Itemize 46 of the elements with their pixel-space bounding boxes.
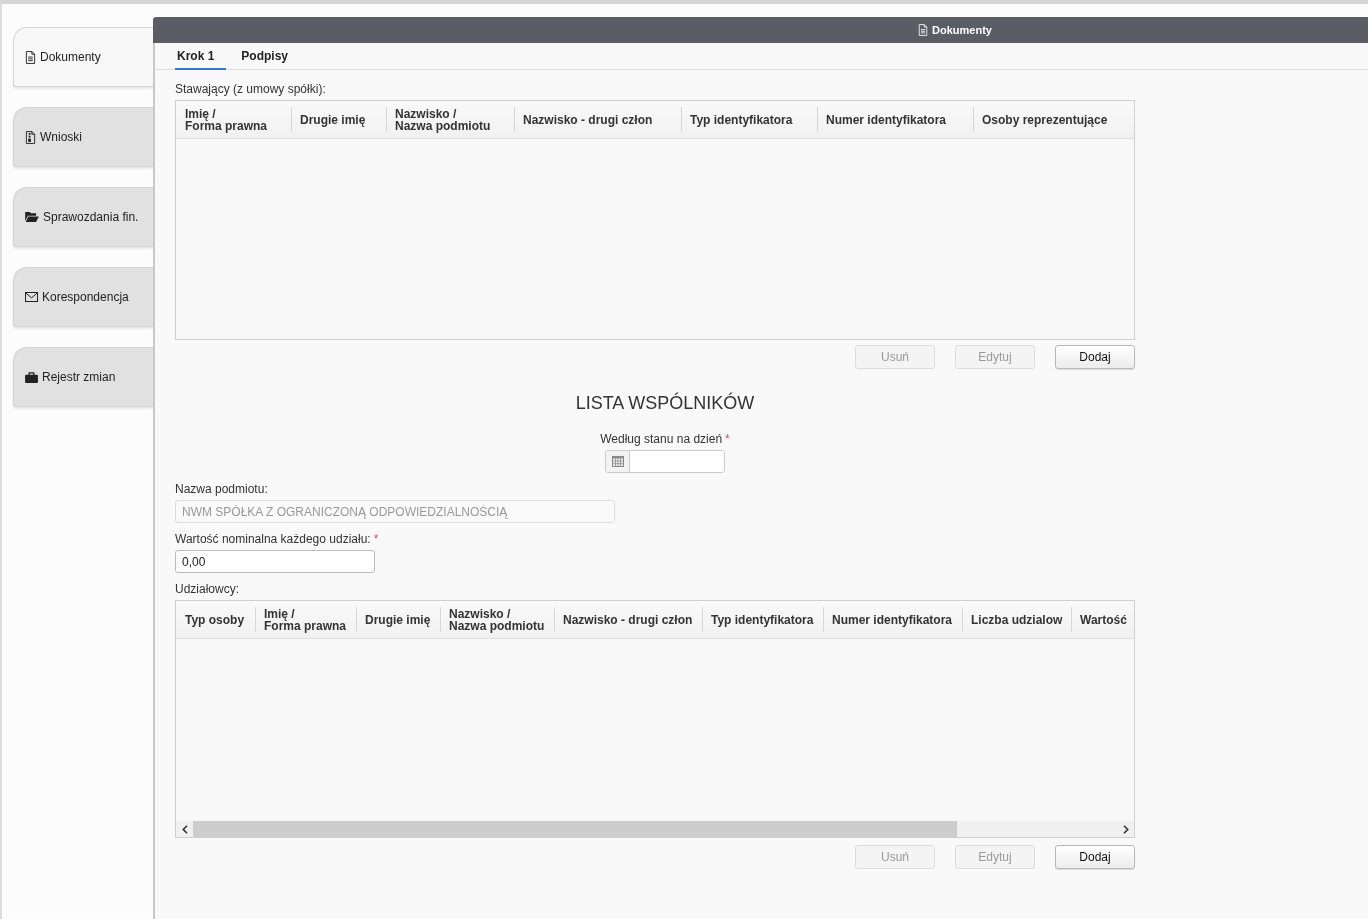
required-mark: * [725,432,730,446]
column-header: Numer identyfikatora [817,101,973,138]
action-button[interactable]: Dodaj [1055,845,1135,869]
field-label: Wartość nominalna każdego udziału: [175,532,371,546]
column-header: Osoby reprezentujące [973,101,1134,138]
column-header: Imię / Forma prawna [184,105,269,135]
section-label: Udziałowcy: [175,582,240,596]
column-header: Nazwisko / Nazwa podmiotu [440,601,554,638]
section-title: LISTA WSPÓLNIKÓW [575,392,755,414]
sidebar-item[interactable]: Rejestr zmian [13,347,153,407]
column-header: Typ identyfikatora [681,101,817,138]
date-field[interactable] [605,450,725,473]
column-header: Typ osoby [184,611,246,629]
field-label: Według stanu na dzień [600,432,723,446]
document-icon [25,50,36,64]
column-header: Typ identyfikatora [702,601,823,638]
column-header: Nazwisko - drugi człon [554,601,702,638]
sidebar-item[interactable]: Wnioski [13,107,153,167]
column-header: Nazwisko - drugi człon [514,101,681,138]
column-header: Drugie imię [291,101,386,138]
nominal-value-field[interactable]: 0,00 [175,550,375,573]
sidebar-item[interactable]: Dokumenty [13,27,153,87]
chevron-right-icon[interactable] [1122,824,1129,834]
horizontal-scrollbar[interactable] [176,821,1134,837]
column-header: Liczba udzialow [962,601,1071,638]
tab[interactable]: Krok 1 [175,43,227,70]
chevron-left-icon[interactable] [181,824,188,834]
column-header: Numer identyfikatora [823,601,962,638]
column-header: Nazwisko / Nazwa podmiotu [386,101,514,138]
tab[interactable]: Podpisy [239,43,301,70]
briefcase-icon [25,371,38,383]
section-label: Stawający (z umowy spółki): [175,82,327,96]
calendar-icon[interactable] [611,456,624,467]
column-header: Imię / Forma prawna [255,601,356,638]
file-icon [25,130,36,144]
window-title: Dokumenty [932,24,992,36]
folder-icon [25,212,39,222]
sidebar-item[interactable]: Korespondencja [13,267,153,327]
document-icon [918,24,929,36]
required-mark: * [373,532,379,546]
action-button[interactable]: Dodaj [1055,345,1135,369]
envelope-icon [25,292,38,302]
column-header: Wartość [1071,601,1134,638]
field-label: Nazwa podmiotu: [175,482,268,496]
column-header: Drugie imię [356,601,440,638]
sidebar-item[interactable]: Sprawozdania fin. [13,187,153,247]
